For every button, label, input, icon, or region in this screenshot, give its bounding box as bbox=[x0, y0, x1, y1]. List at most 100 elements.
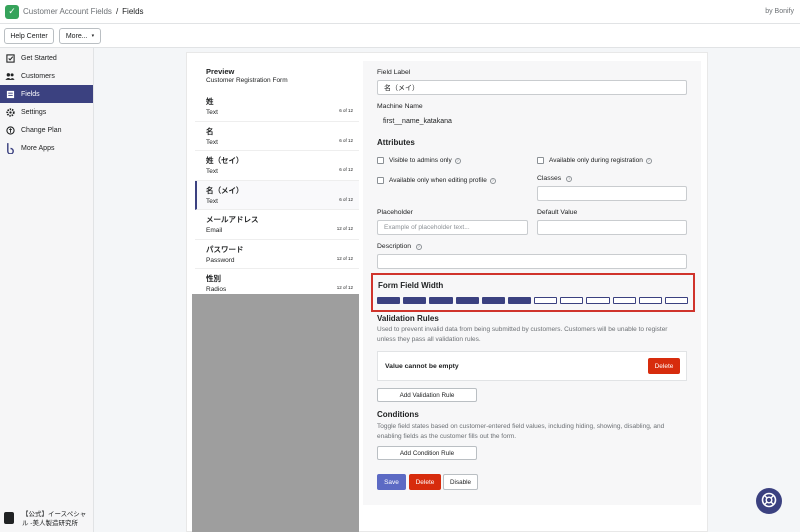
width-segment[interactable] bbox=[403, 297, 427, 304]
sidebar-item-get-started[interactable]: Get Started bbox=[0, 49, 93, 67]
validation-rule-row: Value cannot be empty Delete bbox=[377, 351, 687, 381]
list-item[interactable]: パスワード Password 12 of 12 bbox=[195, 240, 359, 269]
breadcrumb-app[interactable]: Customer Account Fields bbox=[23, 7, 112, 16]
preview-empty-area bbox=[192, 294, 359, 532]
description-input[interactable] bbox=[377, 254, 687, 269]
default-value-label: Default Value bbox=[537, 209, 578, 216]
help-center-button[interactable]: Help Center bbox=[4, 28, 54, 44]
sidebar-item-fields[interactable]: Fields bbox=[0, 85, 93, 103]
list-item[interactable]: 名 Text 6 of 12 bbox=[195, 122, 359, 151]
conditions-desc-line: Toggle field states based on customer-en… bbox=[377, 423, 665, 430]
people-icon bbox=[5, 71, 15, 81]
sidebar-item-settings[interactable]: Settings bbox=[0, 103, 93, 121]
help-icon[interactable]: ? bbox=[489, 177, 496, 184]
more-button[interactable]: More... ▾ bbox=[59, 28, 101, 44]
conditions-description: Toggle field states based on customer-en… bbox=[377, 422, 664, 441]
sidebar-item-customers[interactable]: Customers bbox=[0, 67, 93, 85]
form-field-width-title: Form Field Width bbox=[378, 281, 444, 290]
checkbox[interactable] bbox=[537, 157, 544, 164]
validation-desc-line: Used to prevent invalid data from being … bbox=[377, 326, 668, 333]
form-field-width-selector[interactable] bbox=[377, 297, 689, 304]
width-segment[interactable] bbox=[429, 297, 453, 304]
visible-admins-checkbox[interactable]: Visible to admins only ? bbox=[377, 157, 461, 164]
validation-rules-title: Validation Rules bbox=[377, 314, 439, 323]
help-center-label: Help Center bbox=[10, 32, 48, 40]
add-validation-rule-button[interactable]: Add Validation Rule bbox=[377, 388, 477, 402]
width-segment[interactable] bbox=[586, 297, 610, 304]
field-type: Text bbox=[206, 168, 218, 175]
list-item[interactable]: 姓（セイ） Text 6 of 12 bbox=[195, 151, 359, 181]
field-name: 名 bbox=[206, 126, 214, 136]
sidebar-item-label: More Apps bbox=[21, 144, 55, 152]
field-width-badge: 6 of 12 bbox=[339, 108, 353, 113]
placeholder-input[interactable]: Example of placeholder text... bbox=[377, 220, 528, 235]
width-segment[interactable] bbox=[534, 297, 558, 304]
width-segment[interactable] bbox=[377, 297, 401, 304]
list-item-selected[interactable]: 名（メイ） Text 6 of 12 bbox=[195, 180, 359, 210]
help-icon[interactable]: ? bbox=[566, 175, 573, 182]
disable-field-button[interactable]: Disable bbox=[443, 474, 478, 490]
sidebar-item-label: Customers bbox=[21, 72, 55, 80]
validation-rules-description: Used to prevent invalid data from being … bbox=[377, 325, 667, 344]
field-width-badge: 12 of 12 bbox=[336, 255, 353, 261]
placeholder-input-hint: Example of placeholder text... bbox=[384, 224, 470, 231]
app-logo-icon[interactable]: ✓ bbox=[5, 4, 19, 19]
conditions-title: Conditions bbox=[377, 410, 419, 419]
width-segment[interactable] bbox=[638, 297, 662, 304]
delete-rule-label: Delete bbox=[654, 362, 674, 370]
delete-rule-button[interactable]: Delete bbox=[648, 358, 680, 374]
support-chat-button[interactable] bbox=[756, 488, 782, 514]
add-condition-rule-button[interactable]: Add Condition Rule bbox=[377, 446, 477, 460]
checkbox[interactable] bbox=[377, 177, 384, 184]
help-icon[interactable]: ? bbox=[415, 243, 422, 250]
delete-field-button[interactable]: Delete bbox=[409, 474, 441, 490]
field-width-badge: 12 of 12 bbox=[336, 226, 353, 231]
width-segment[interactable] bbox=[612, 297, 636, 304]
sidebar-item-change-plan[interactable]: Change Plan bbox=[0, 121, 93, 139]
description-label-text: Description bbox=[377, 243, 411, 250]
sidebar-item-more-apps[interactable]: More Apps bbox=[0, 139, 93, 157]
width-segment[interactable] bbox=[455, 297, 479, 304]
field-name: 名（メイ） bbox=[206, 185, 244, 195]
store-name-line2: ル -美人製造研究所 bbox=[22, 520, 78, 527]
preview-field-list: 姓 Text 6 of 12 名 Text 6 of 12 姓（セイ） Text… bbox=[195, 92, 359, 299]
field-name: 姓（セイ） bbox=[206, 156, 244, 165]
available-editing-checkbox[interactable]: Available only when editing profile ? bbox=[377, 177, 496, 184]
store-switcher[interactable]: 【公式】イースペシャ ル -美人製造研究所 bbox=[4, 510, 86, 528]
field-label-input[interactable]: 名（メイ） bbox=[377, 80, 687, 95]
width-segment[interactable] bbox=[507, 297, 532, 304]
field-name: パスワード bbox=[206, 244, 244, 254]
checkbox[interactable] bbox=[377, 157, 384, 164]
preview-header: Preview Customer Registration Form bbox=[206, 67, 288, 84]
available-registration-label: Available only during registration bbox=[549, 157, 643, 164]
default-value-input[interactable] bbox=[537, 220, 687, 235]
save-button[interactable]: Save bbox=[377, 474, 406, 490]
available-registration-checkbox[interactable]: Available only during registration ? bbox=[537, 157, 652, 164]
list-item[interactable]: メールアドレス Email 12 of 12 bbox=[195, 210, 359, 240]
field-type: Text bbox=[206, 197, 218, 205]
help-icon[interactable]: ? bbox=[645, 157, 652, 164]
help-icon[interactable]: ? bbox=[454, 157, 461, 164]
store-name-line1: 【公式】イースペシャ bbox=[22, 511, 87, 518]
sidebar: Get Started Customers Fields Settings Ch… bbox=[0, 48, 94, 532]
field-type: Text bbox=[206, 138, 218, 146]
lifebuoy-icon bbox=[761, 492, 777, 510]
width-segment[interactable] bbox=[560, 297, 584, 304]
field-width-badge: 6 of 12 bbox=[339, 137, 353, 143]
classes-input[interactable] bbox=[537, 186, 687, 201]
chevron-down-icon: ▾ bbox=[91, 33, 95, 39]
width-segment[interactable] bbox=[481, 297, 505, 304]
byline: by Bonify bbox=[765, 8, 794, 15]
conditions-desc-line: enabling fields as the customer fills ou… bbox=[377, 432, 517, 440]
field-type: Text bbox=[206, 109, 218, 116]
field-name: 性別 bbox=[206, 274, 221, 283]
breadcrumb-current: Fields bbox=[122, 7, 144, 16]
preview-title: Preview bbox=[206, 67, 235, 76]
sidebar-item-label: Get Started bbox=[21, 54, 57, 62]
preview-subtitle: Customer Registration Form bbox=[206, 77, 288, 84]
more-label: More... bbox=[65, 32, 88, 40]
list-item[interactable]: 姓 Text 6 of 12 bbox=[195, 92, 359, 122]
width-segment[interactable] bbox=[664, 297, 689, 304]
bonify-icon bbox=[5, 142, 15, 154]
description-label: Description ? bbox=[377, 243, 422, 250]
